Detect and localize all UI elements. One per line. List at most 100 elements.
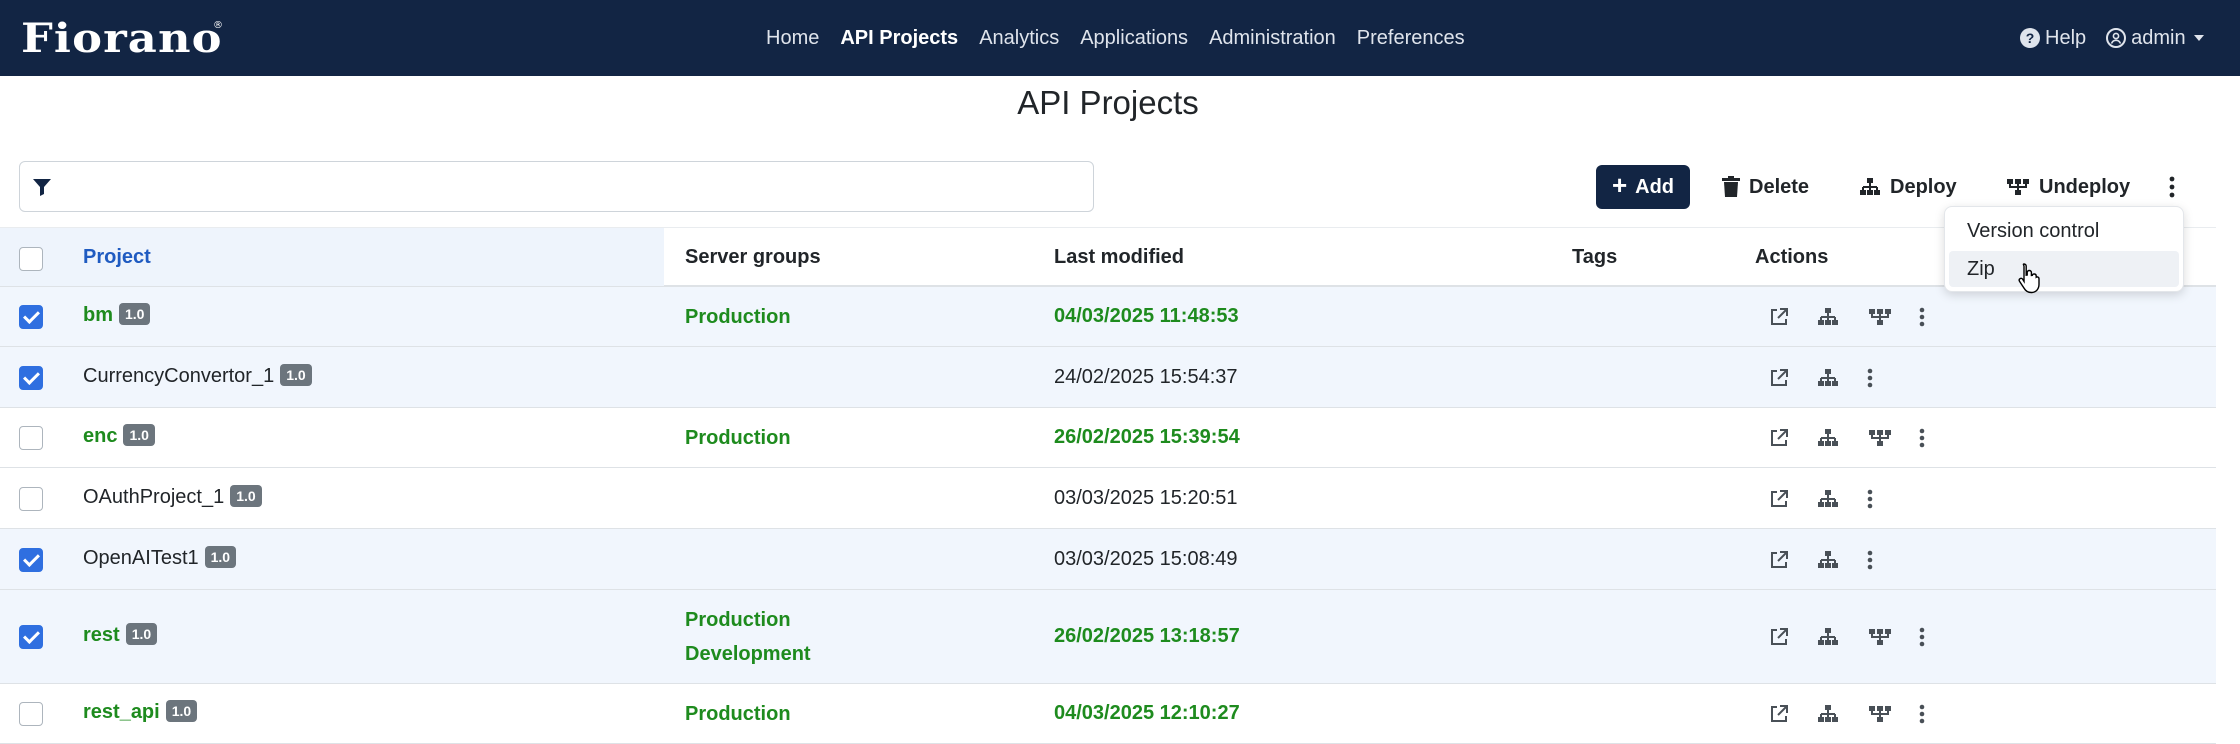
table-row[interactable]: enc 1.0 Production 26/02/2025 15:39:54 [0,408,2216,468]
table-row[interactable]: OpenAITest1 1.0 03/03/2025 15:08:49 [0,529,2216,590]
project-name-text: CurrencyConvertor_1 [83,364,275,387]
deploy-icon[interactable] [1816,305,1840,329]
project-name[interactable]: CurrencyConvertor_1 1.0 [83,363,312,388]
nav-analytics[interactable]: Analytics [979,27,1059,50]
nav-applications[interactable]: Applications [1080,27,1188,50]
user-menu[interactable]: admin [2106,26,2204,50]
row-checkbox[interactable] [19,426,43,450]
nav-administration[interactable]: Administration [1209,27,1336,50]
deploy-icon[interactable] [1816,702,1840,726]
row-checkbox[interactable] [19,305,43,329]
nav-home[interactable]: Home [766,27,819,50]
undeploy-button[interactable]: Undeploy [2006,165,2130,209]
deploy-icon[interactable] [1816,548,1840,572]
last-modified: 26/02/2025 15:39:54 [1054,426,1240,448]
project-name-text: enc [83,425,118,447]
top-navbar: Fiorano ® Home API Projects Analytics Ap… [0,0,2240,76]
row-checkbox[interactable] [19,365,43,390]
undeploy-icon[interactable] [1868,625,1892,649]
deploy-icon[interactable] [1816,487,1840,511]
open-external-icon[interactable] [1767,702,1791,726]
row-checkbox[interactable] [19,547,43,572]
project-name[interactable]: rest 1.0 [83,623,158,647]
delete-button[interactable]: Delete [1722,165,1809,209]
more-actions-button[interactable] [2160,170,2184,204]
project-name[interactable]: rest_api 1.0 [83,700,198,724]
open-external-icon[interactable] [1767,487,1791,511]
select-all-checkbox[interactable] [19,247,43,271]
undeploy-label: Undeploy [2039,175,2131,198]
brand-logo[interactable]: Fiorano ® [21,14,223,62]
open-external-icon[interactable] [1767,426,1791,450]
menu-item-zip[interactable]: Zip [1949,251,2179,287]
last-modified: 26/02/2025 13:18:57 [1054,625,1240,647]
last-modified: 24/02/2025 15:54:37 [1054,365,1238,388]
project-name[interactable]: OAuthProject_1 1.0 [83,484,262,509]
brand-trademark: ® [213,20,223,31]
project-name[interactable]: enc 1.0 [83,424,155,448]
menu-item-version-control[interactable]: Version control [1949,213,2179,249]
version-badge: 1.0 [119,303,151,325]
user-label: admin [2131,26,2186,49]
add-button[interactable]: + Add [1596,165,1690,209]
deploy-icon[interactable] [1816,366,1840,390]
server-group-name: Production [685,703,791,725]
project-name-text: bm [83,304,113,326]
filter-box[interactable] [19,161,1094,212]
help-link[interactable]: ? Help [2020,27,2086,50]
server-groups: Production [685,421,791,455]
add-label: Add [1635,175,1675,198]
brand-name: Fiorano [21,14,223,62]
kebab-icon[interactable] [1910,702,1934,726]
kebab-icon[interactable] [1858,487,1882,511]
column-header-tags[interactable]: Tags [1572,246,1617,269]
last-modified: 04/03/2025 11:48:53 [1054,305,1239,327]
nav-preferences[interactable]: Preferences [1357,27,1465,50]
table-row[interactable]: rest_api 1.0 Production 04/03/2025 12:10:27 [0,684,2216,744]
open-external-icon[interactable] [1767,305,1791,329]
kebab-icon[interactable] [1910,426,1934,450]
project-name[interactable]: OpenAITest1 1.0 [83,545,237,570]
kebab-icon[interactable] [1910,305,1934,329]
undeploy-icon[interactable] [1868,426,1892,450]
undeploy-icon[interactable] [1868,305,1892,329]
chevron-down-icon [2193,35,2204,41]
table-row[interactable]: OAuthProject_1 1.0 03/03/2025 15:20:51 [0,468,2216,529]
table-row[interactable]: bm 1.0 Production 04/03/2025 11:48:53 [0,287,2216,347]
open-external-icon[interactable] [1767,548,1791,572]
column-header-last-modified[interactable]: Last modified [1054,246,1184,269]
help-icon: ? [2020,28,2040,48]
table-row[interactable]: CurrencyConvertor_1 1.0 24/02/2025 15:54:3… [0,347,2216,408]
nav-api-projects[interactable]: API Projects [840,27,958,50]
undeploy-icon [2007,179,2029,195]
project-name-text: OAuthProject_1 [83,485,225,508]
deploy-icon[interactable] [1816,625,1840,649]
deploy-button[interactable]: Deploy [1859,165,1957,209]
project-name-text: rest [83,624,120,646]
version-badge: 1.0 [230,484,262,507]
open-external-icon[interactable] [1767,366,1791,390]
table-row[interactable]: rest 1.0 Production Development 26/02/2025 1… [0,590,2216,684]
kebab-icon[interactable] [1858,366,1882,390]
server-group-name: Development [685,643,811,665]
row-checkbox[interactable] [19,702,43,726]
main-nav: Home API Projects Analytics Applications… [766,0,1486,76]
server-group-name: Production [685,427,791,449]
filter-input[interactable] [70,170,1080,204]
column-header-server-groups[interactable]: Server groups [685,246,821,269]
column-header-project[interactable]: Project [83,246,151,269]
deploy-label: Deploy [1890,175,1957,198]
server-group-name: Production [685,609,791,631]
version-badge: 1.0 [204,545,237,568]
row-checkbox[interactable] [19,625,43,649]
project-name[interactable]: bm 1.0 [83,303,151,327]
row-checkbox[interactable] [19,486,43,511]
undeploy-icon[interactable] [1868,702,1892,726]
open-external-icon[interactable] [1767,625,1791,649]
version-badge: 1.0 [123,424,155,446]
server-group-name: Production [685,306,791,328]
server-groups: Production Development [685,603,811,671]
deploy-icon[interactable] [1816,426,1840,450]
kebab-icon[interactable] [1910,625,1934,649]
kebab-icon[interactable] [1858,548,1882,572]
